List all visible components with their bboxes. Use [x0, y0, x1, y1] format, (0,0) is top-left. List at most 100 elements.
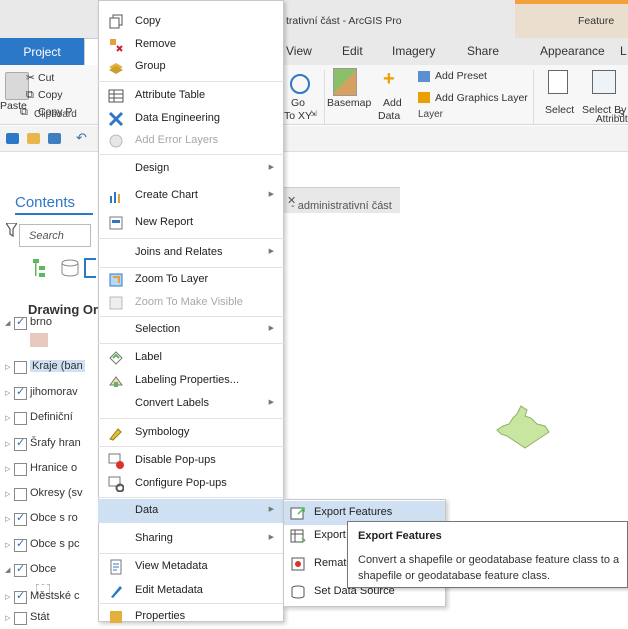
undo-icon[interactable]: ↶: [76, 130, 87, 146]
menu-item-zoom-to-make-visible[interactable]: Zoom To Make Visible: [98, 291, 284, 315]
add-preset-icon[interactable]: [418, 71, 430, 82]
layer-name[interactable]: jihomorav: [30, 386, 78, 398]
tab-imagery[interactable]: Imagery: [392, 44, 435, 58]
layer-row[interactable]: ▷ Hranice o: [0, 462, 100, 480]
layer-visibility-checkbox[interactable]: [14, 511, 27, 526]
tab-share[interactable]: Share: [467, 44, 499, 58]
layer-visibility-checkbox[interactable]: [14, 412, 27, 425]
layer-row[interactable]: ▷ Městské c: [0, 589, 100, 608]
menu-item-new-report[interactable]: New Report: [98, 211, 284, 235]
layer-name[interactable]: Obce: [30, 563, 56, 575]
expand-arrow-icon[interactable]: ▷: [5, 593, 10, 601]
expand-arrow-icon[interactable]: ▷: [5, 440, 10, 448]
select-icon[interactable]: [548, 70, 568, 94]
layer-name[interactable]: Okresy (sv: [30, 487, 83, 499]
expand-arrow-icon[interactable]: ▷: [5, 515, 10, 523]
collapse-arrow-icon[interactable]: ◢: [5, 566, 10, 574]
list-by-drawing-order-icon[interactable]: [32, 258, 54, 278]
go-to-xy-line1[interactable]: Go: [291, 97, 305, 109]
tab-edit[interactable]: Edit: [342, 44, 363, 58]
layer-row[interactable]: ▷ Definiční: [0, 411, 100, 429]
menu-item-label[interactable]: Label: [98, 346, 284, 370]
open-project-icon[interactable]: [27, 133, 40, 144]
layer-name[interactable]: Definiční: [30, 411, 73, 423]
menu-item-edit-metadata[interactable]: Edit Metadata: [98, 579, 284, 603]
add-data-icon[interactable]: +: [383, 68, 395, 91]
tab-project[interactable]: Project: [0, 38, 84, 65]
menu-item-data[interactable]: Data ▶: [98, 499, 284, 523]
layer-visibility-checkbox[interactable]: [14, 537, 27, 552]
add-graphics-layer-button[interactable]: Add Graphics Layer: [435, 92, 528, 104]
layer-row[interactable]: ▷ Obce s ro: [0, 511, 100, 530]
go-to-xy-icon[interactable]: [290, 74, 310, 94]
map-view-tab[interactable]: - administrativní část ✕: [283, 187, 400, 213]
tab-labeling[interactable]: L: [620, 44, 627, 58]
layer-name[interactable]: Obce s pc: [30, 538, 80, 550]
map-feature-polygon[interactable]: [493, 404, 553, 452]
layer-row[interactable]: ▷ Kraje (ban: [0, 360, 100, 378]
menu-item-convert-labels[interactable]: Convert Labels ▶: [98, 392, 284, 416]
menu-item-labeling-properties[interactable]: Labeling Properties...: [98, 369, 284, 393]
expand-arrow-icon[interactable]: ▷: [5, 363, 10, 371]
menu-item-zoom-to-layer[interactable]: Zoom To Layer: [98, 268, 284, 292]
menu-item-disable-popups[interactable]: Disable Pop-ups: [98, 449, 284, 473]
layer-row[interactable]: ▷ Šrafy hran: [0, 436, 100, 455]
go-to-xy-line2[interactable]: To XY: [284, 110, 312, 122]
menu-item-view-metadata[interactable]: View Metadata: [98, 555, 284, 579]
layer-visibility-checkbox[interactable]: [14, 361, 27, 374]
layer-name[interactable]: Šrafy hran: [30, 437, 81, 449]
menu-item-remove[interactable]: Remove: [98, 33, 284, 57]
cut-icon[interactable]: ✂: [26, 72, 35, 84]
menu-item-add-error-layers[interactable]: Add Error Layers: [98, 129, 284, 153]
expand-arrow-icon[interactable]: ▷: [5, 414, 10, 422]
menu-item-create-chart[interactable]: Create Chart ▶: [98, 184, 284, 208]
tab-appearance[interactable]: Appearance: [540, 44, 605, 58]
expand-arrow-icon[interactable]: ▷: [5, 614, 10, 622]
layer-visibility-checkbox[interactable]: [14, 562, 27, 577]
new-project-icon[interactable]: [6, 133, 19, 144]
select-button[interactable]: Select: [545, 104, 574, 116]
cut-button[interactable]: Cut: [38, 72, 54, 84]
expand-arrow-icon[interactable]: ▷: [5, 389, 10, 397]
add-graphics-layer-icon[interactable]: [418, 92, 430, 103]
layer-row[interactable]: ◢ brno: [0, 315, 100, 334]
layer-visibility-checkbox[interactable]: [14, 612, 27, 625]
add-data-line2[interactable]: Data: [378, 110, 400, 122]
layer-name[interactable]: Kraje (ban: [30, 360, 85, 372]
layer-row[interactable]: ▷ Stát: [0, 611, 100, 629]
list-by-selection-icon[interactable]: [84, 258, 96, 278]
layer-name[interactable]: Obce s ro: [30, 512, 78, 524]
layer-row[interactable]: ▷ jihomorav: [0, 385, 100, 404]
layer-visibility-checkbox[interactable]: [14, 315, 27, 330]
layer-row[interactable]: ▷ Okresy (sv: [0, 487, 100, 505]
menu-item-selection[interactable]: Selection ▶: [98, 318, 284, 342]
layer-name[interactable]: brno: [30, 316, 52, 328]
copy-ribbon-button[interactable]: Copy: [38, 89, 63, 101]
layer-visibility-checkbox[interactable]: [14, 463, 27, 476]
layer-visibility-checkbox[interactable]: [14, 589, 27, 604]
menu-item-symbology[interactable]: Symbology: [98, 421, 284, 445]
collapse-arrow-icon[interactable]: ◢: [5, 319, 10, 327]
contents-search-input[interactable]: Search: [19, 224, 91, 247]
save-project-icon[interactable]: [48, 133, 61, 144]
layer-visibility-checkbox[interactable]: [14, 436, 27, 451]
tab-view[interactable]: View: [286, 44, 312, 58]
add-preset-button[interactable]: Add Preset: [435, 70, 487, 82]
menu-item-joins-and-relates[interactable]: Joins and Relates ▶: [98, 241, 284, 265]
expand-arrow-icon[interactable]: ▷: [5, 541, 10, 549]
dialog-launcher-icon[interactable]: ⇲: [310, 109, 317, 118]
basemap-icon[interactable]: [333, 68, 357, 96]
menu-item-copy[interactable]: Copy: [98, 10, 284, 34]
select-by-attribute-icon[interactable]: [592, 70, 616, 94]
layer-row[interactable]: ◢ Obce: [0, 562, 100, 581]
menu-item-sharing[interactable]: Sharing ▶: [98, 527, 284, 551]
menu-item-configure-popups[interactable]: Configure Pop-ups: [98, 472, 284, 496]
copy-ribbon-icon[interactable]: ⧉: [26, 89, 34, 102]
layer-name[interactable]: Městské c: [30, 590, 80, 602]
layer-name[interactable]: Stát: [30, 611, 50, 623]
expand-arrow-icon[interactable]: ▷: [5, 465, 10, 473]
layer-row[interactable]: ▷ Obce s pc: [0, 537, 100, 556]
menu-item-data-engineering[interactable]: Data Engineering: [98, 107, 284, 131]
menu-item-group[interactable]: Group: [98, 55, 284, 79]
layer-name[interactable]: Hranice o: [30, 462, 77, 474]
